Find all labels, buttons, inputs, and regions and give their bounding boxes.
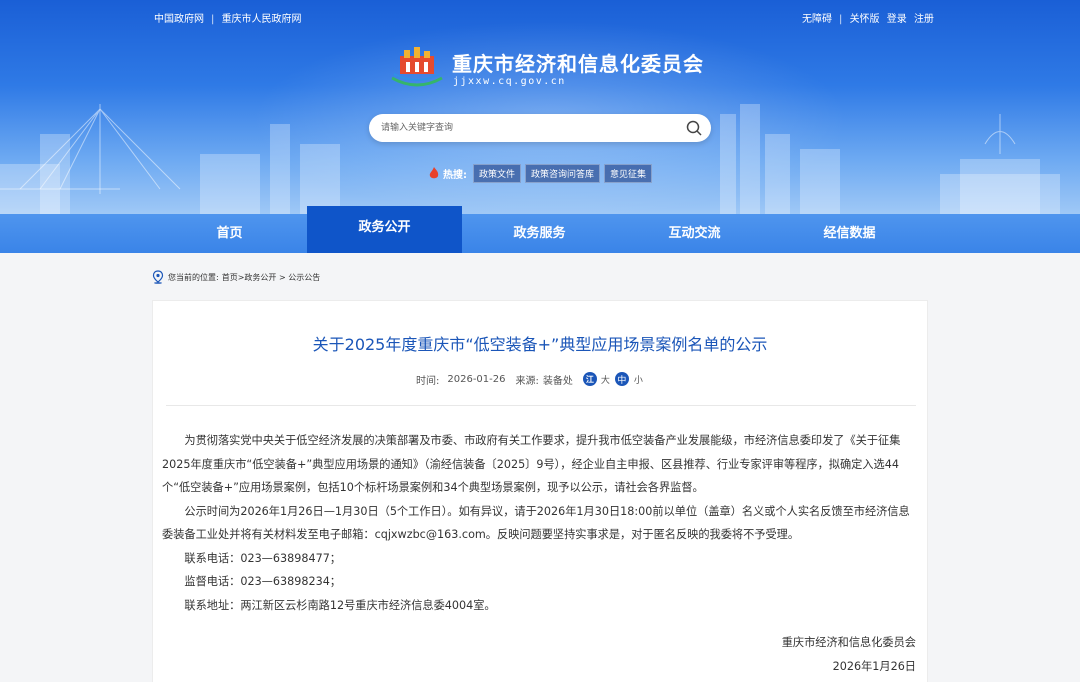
font-size-large[interactable]: 大 [601,373,610,386]
article-date: 2026-01-26 [447,373,506,385]
font-size-small[interactable]: 小 [634,373,643,386]
font-size-medium[interactable]: 中 [614,372,629,386]
site-title: 重庆市经济和信息化委员会 [452,52,704,76]
article-title: 关于2025年度重庆市“低空装备+”典型应用场景案例名单的公示 [312,335,768,354]
article-paragraph: 为贯彻落实党中央关于低空经济发展的决策部署及市委、市政府有关工作要求，提升我市低… [162,434,901,494]
breadcrumb: 您当前的位置: 首页>政务公开 > 公示公告 [152,270,323,284]
source-label: 来源: [515,375,539,387]
search-input[interactable] [381,120,681,136]
link-register[interactable]: 注册 [914,14,934,25]
signature-org: 重庆市经济和信息化委员会 [781,636,916,649]
main-nav: 首页 政务公开 政务服务 互动交流 经信数据 [0,206,1080,253]
article-paragraph: 公示时间为2026年1月26日—1月30日（5个工作日）。如有异议，请于2026… [162,504,910,542]
link-login[interactable]: 登录 [887,14,907,25]
hot-tag-opinion[interactable]: 意见征集 [604,163,653,183]
nav-gov-affairs[interactable]: 政务公开 [307,206,462,253]
signature-date: 2026年1月26日 [832,660,916,673]
hot-tag-policy-docs[interactable]: 政策文件 [473,163,522,183]
site-header: 中国政府网 | 重庆市人民政府网 无障碍 | 关怀版 登录 注册 重庆市经济和信息化… [0,0,1080,214]
city-skyline-illustration [0,104,1060,214]
link-accessibility[interactable]: 无障碍 [802,14,832,25]
hot-search: 热搜: 政策文件 政策咨询问答库 意见征集 [428,163,656,183]
article-meta: 时间: 2026-01-26 来源: 装备处 江 大 中 小 [416,371,648,387]
article-source: 装备处 [542,375,573,387]
site-domain: jjxxw.cq.gov.cn [453,76,566,87]
nav-interaction[interactable]: 互动交流 [617,214,772,253]
link-gov-cn[interactable]: 中国政府网 [154,14,204,25]
contact-phone: 联系电话：023—63898477； [184,551,341,565]
article-body: 为贯彻落实党中央关于低空经济发展的决策部署及市委、市政府有关工作要求，提升我市低… [162,429,918,617]
hot-search-label: 热搜: [443,169,467,181]
link-cq-gov[interactable]: 重庆市人民政府网 [222,14,302,25]
contact-address: 联系地址：两江新区云杉南路12号重庆市经济信息委4004室。 [184,598,496,612]
flame-icon [429,167,439,179]
hot-tag-policy-qa[interactable]: 政策咨询问答库 [525,163,601,183]
supervision-phone: 监督电话：023—63898234； [184,575,341,588]
location-pin-icon [152,270,164,284]
link-care-version[interactable]: 关怀版 [850,14,880,25]
site-logo-icon[interactable] [388,44,446,88]
top-links-right: 无障碍 | 关怀版 登录 注册 [802,14,934,25]
breadcrumb-prefix: 您当前的位置: [168,272,219,282]
search-icon[interactable] [685,119,703,137]
breadcrumb-path[interactable]: 首页>政务公开 > 公示公告 [222,272,321,283]
search-box [369,114,711,142]
nav-gov-services[interactable]: 政务服务 [462,214,617,253]
top-links-left: 中国政府网 | 重庆市人民政府网 [154,14,302,25]
time-label: 时间: [416,375,440,387]
share-icon[interactable]: 江 [582,372,597,386]
nav-home[interactable]: 首页 [152,214,307,253]
title-divider [166,405,916,406]
nav-data[interactable]: 经信数据 [772,214,927,253]
